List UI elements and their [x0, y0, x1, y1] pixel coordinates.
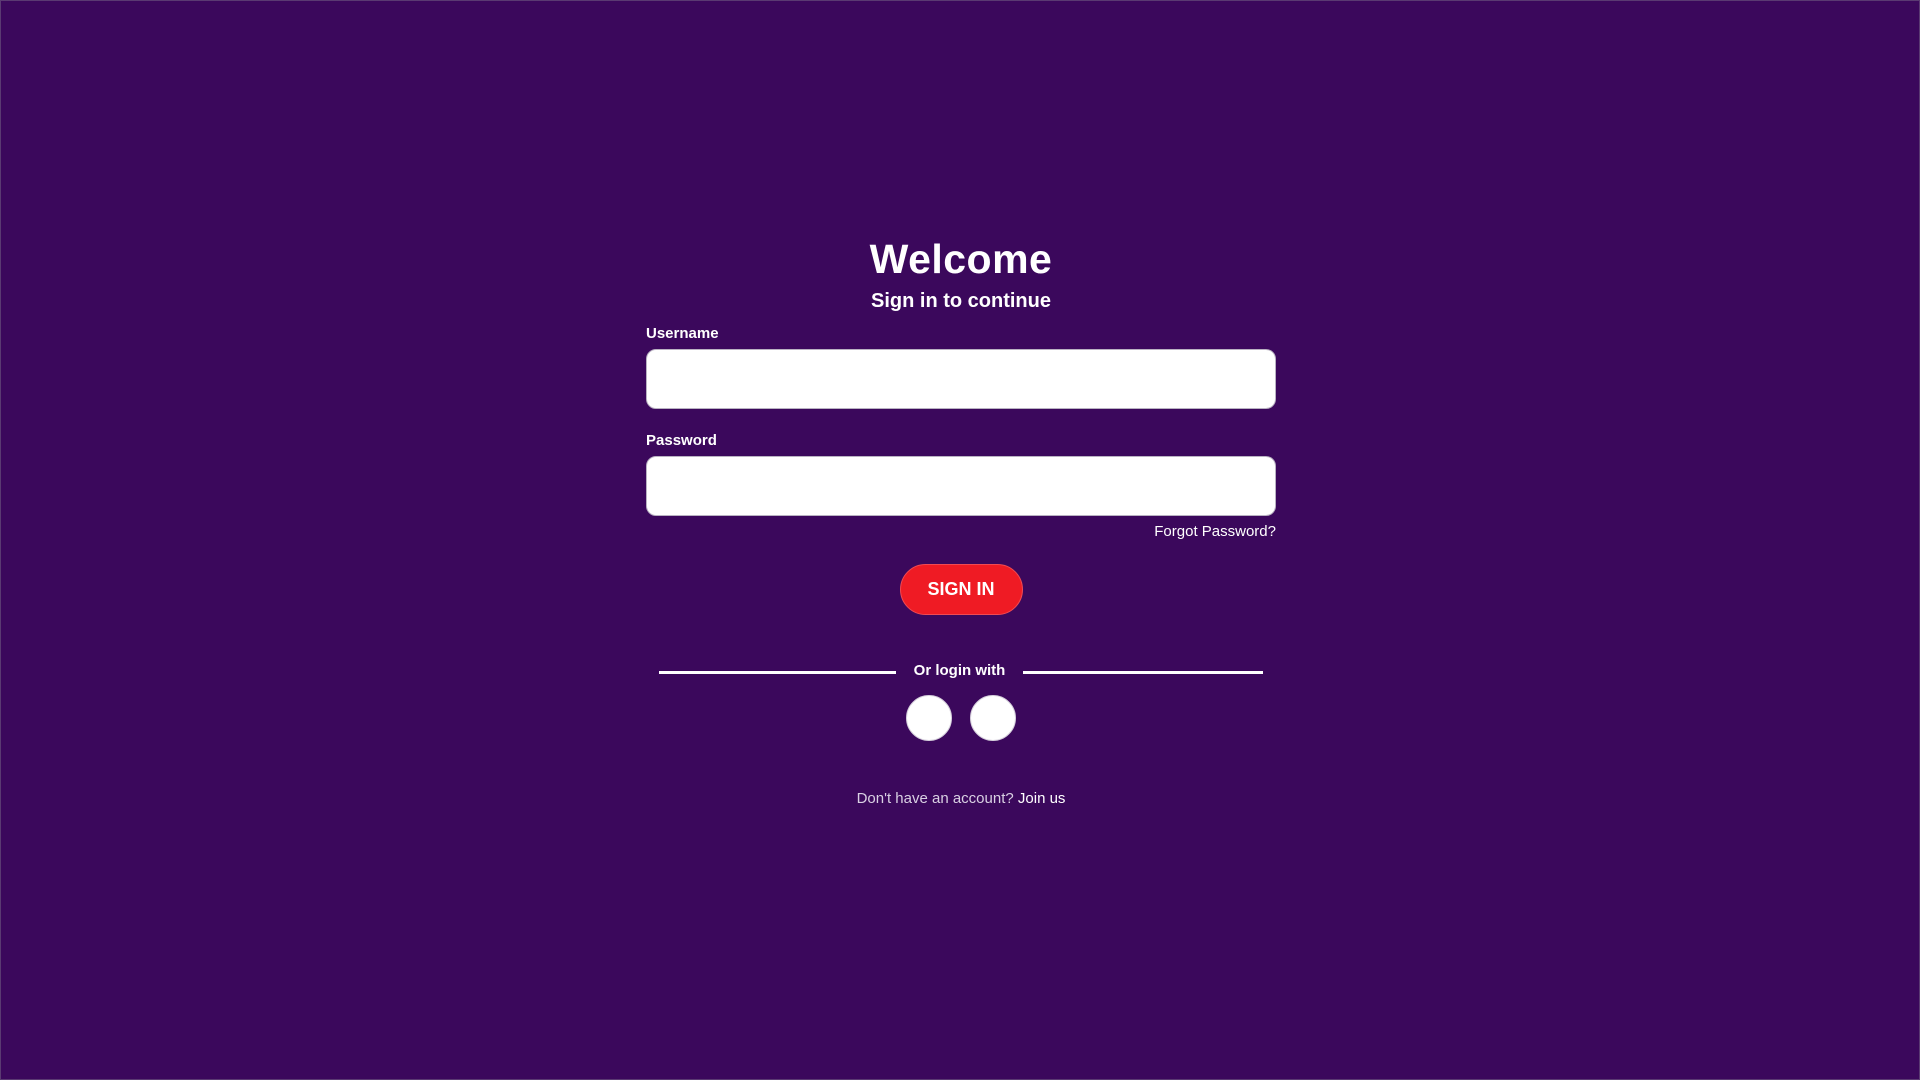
page-title: Welcome: [869, 236, 1053, 282]
join-us-link[interactable]: Join us: [1018, 790, 1066, 807]
social-login-buttons: [646, 695, 1276, 741]
login-form: Welcome Sign in to continue Username Pas…: [646, 231, 1276, 809]
divider-text: Or login with: [913, 662, 1006, 679]
forgot-password-row: Forgot Password?: [646, 522, 1276, 542]
signup-prompt: Don't have an account?: [856, 790, 1014, 807]
signup-row: Don't have an account? Join us: [646, 789, 1276, 809]
login-screen: { "login": { "title": "Welcome", "subtit…: [0, 0, 1920, 1080]
social-divider: Or login with: [646, 661, 1276, 681]
sign-in-row: SIGN IN: [646, 564, 1276, 615]
divider-line-right: [1023, 671, 1263, 674]
username-input[interactable]: [646, 349, 1276, 409]
password-input[interactable]: [646, 456, 1276, 516]
page-subtitle: Sign in to continue: [871, 290, 1051, 312]
social-login-button-1[interactable]: [906, 695, 952, 741]
username-label: Username: [646, 325, 719, 342]
sign-in-button[interactable]: SIGN IN: [899, 564, 1023, 615]
divider-line-left: [659, 671, 896, 674]
social-login-button-2[interactable]: [970, 695, 1016, 741]
forgot-password-link[interactable]: Forgot Password?: [1154, 523, 1276, 540]
password-label: Password: [646, 432, 717, 449]
